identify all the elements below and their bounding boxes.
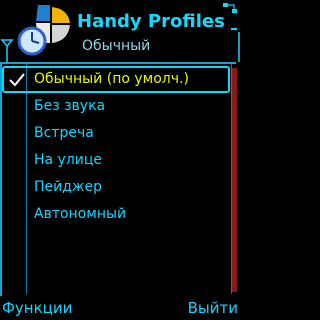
profile-item-silent[interactable]: Без звука	[0, 93, 232, 120]
scrollbar-thumb[interactable]	[232, 68, 237, 292]
profile-item-label: Пейджер	[34, 179, 103, 195]
handy-profiles-app-icon	[17, 5, 70, 56]
profile-item-label: Без звука	[34, 98, 106, 114]
app-title: Handy Profiles	[77, 11, 225, 32]
battery-level-icon	[231, 28, 240, 62]
phone-screen: Handy Profiles Обычный Обычный (по умолч…	[0, 0, 240, 320]
profile-item-outdoor[interactable]: На улице	[0, 147, 232, 174]
profile-item-label: Автономный	[34, 206, 127, 222]
profile-item-pager[interactable]: Пейджер	[0, 174, 232, 201]
exit-softkey[interactable]: Выйти	[188, 299, 238, 317]
profile-item-label: Встреча	[34, 125, 94, 141]
profile-list: Обычный (по умолч.) Без звука Встреча На…	[0, 66, 232, 228]
profile-item-label: На улице	[34, 152, 103, 168]
status-area: Handy Profiles Обычный	[0, 0, 240, 64]
checkmark-icon	[9, 73, 25, 87]
signal-strength-icon	[0, 39, 14, 62]
active-profile-subtitle: Обычный	[82, 38, 151, 54]
options-softkey[interactable]: Функции	[2, 299, 72, 317]
profile-item-meeting[interactable]: Встреча	[0, 120, 232, 147]
softkey-bar: Функции Выйти	[0, 296, 240, 320]
profile-item-normal[interactable]: Обычный (по умолч.)	[2, 66, 230, 93]
profile-item-label: Обычный (по умолч.)	[34, 71, 189, 87]
profile-item-offline[interactable]: Автономный	[0, 201, 232, 228]
